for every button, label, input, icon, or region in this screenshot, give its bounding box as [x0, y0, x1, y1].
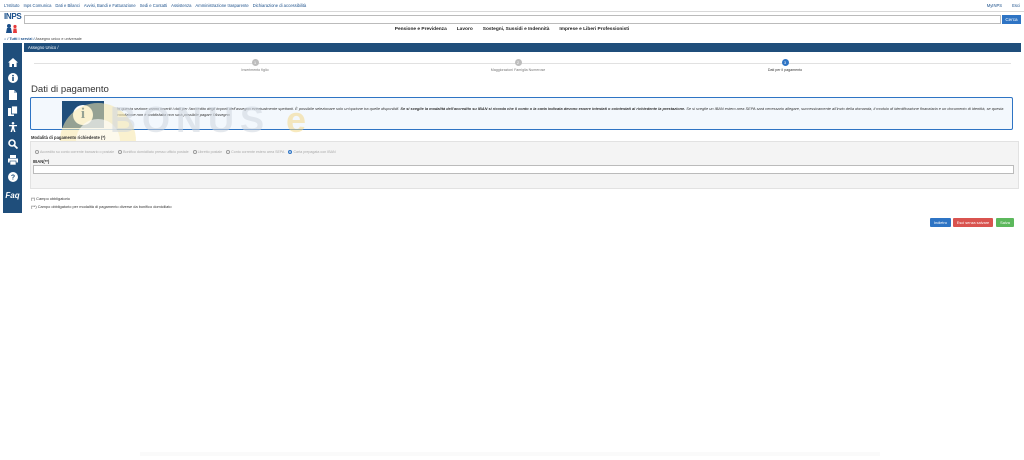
- payment-option-libretto-postale[interactable]: Libretto postale: [192, 150, 223, 154]
- step-1-number: 1: [251, 59, 259, 66]
- nav-item-sostegni[interactable]: Sostegni, Sussidi e Indennità: [483, 27, 550, 35]
- copy-icon[interactable]: [3, 104, 22, 118]
- payment-option-conto-sepa[interactable]: Conto corrente estero area SEPA: [226, 150, 284, 154]
- radio-label: Conto corrente estero area SEPA: [231, 150, 285, 154]
- top-link-trasparente[interactable]: Amministrazione trasparente: [195, 3, 248, 8]
- step-2-label: Maggiorazioni Famiglia Numerose: [490, 67, 546, 72]
- payment-option-bonifico-domiciliato[interactable]: Bonifico domiciliato presso ufficio post…: [118, 150, 189, 154]
- top-link-accessibilita[interactable]: Dichiarazione di accessibilità: [253, 3, 307, 8]
- section-header: Assegno Unico /: [24, 43, 1021, 52]
- info-text-bold: Se si sceglie la modalità dell'accredito…: [400, 106, 686, 111]
- home-icon[interactable]: [3, 55, 22, 69]
- exit-without-saving-button[interactable]: Esci senza salvare: [953, 218, 993, 227]
- back-button[interactable]: Indietro: [930, 218, 951, 227]
- top-right-links: MyINPS Esci: [977, 3, 1020, 8]
- radio-circle[interactable]: [226, 150, 231, 154]
- step-1[interactable]: 1 Inserimento figlio: [215, 59, 295, 72]
- info-icon-large: i: [73, 104, 93, 125]
- top-link-assistenza[interactable]: Assistenza: [171, 3, 191, 8]
- top-link-istituto[interactable]: L'Istituto: [4, 3, 19, 8]
- info-box: i In questa sezione vanno inseriti i dat…: [30, 97, 1013, 130]
- radio-label: Bonifico domiciliato presso ufficio post…: [123, 150, 189, 154]
- page: L'Istituto Inps Comunica Dati e Bilanci …: [0, 0, 1024, 460]
- document-icon[interactable]: [3, 88, 22, 102]
- search-input[interactable]: [24, 15, 1001, 24]
- search-icon[interactable]: [3, 137, 22, 151]
- radio-label: Libretto postale: [197, 150, 223, 154]
- payment-method-label: Modalità di pagamento richiedente (*): [31, 135, 106, 140]
- section-title[interactable]: Assegno Unico /: [28, 45, 59, 50]
- faq-label: Faq: [5, 190, 20, 200]
- top-utility-bar: L'Istituto Inps Comunica Dati e Bilanci …: [0, 0, 1024, 12]
- radio-circle[interactable]: [192, 150, 197, 154]
- main-nav: Pensione e Previdenza Lavoro Sostegni, S…: [0, 27, 1024, 35]
- radio-circle-checked[interactable]: [288, 150, 293, 154]
- radio-circle[interactable]: [35, 150, 39, 154]
- svg-text:?: ?: [10, 175, 14, 182]
- step-3[interactable]: 3 Dati per il pagamento: [745, 59, 825, 72]
- faq-link[interactable]: Faq: [3, 188, 22, 202]
- top-link-dati-bilanci[interactable]: Dati e Bilanci: [55, 3, 79, 8]
- iban-input[interactable]: [33, 165, 1014, 174]
- iban-label: IBAN(**): [33, 159, 50, 164]
- step-3-number: 3: [781, 59, 789, 66]
- radio-label: Carta prepagata con IBAN: [293, 150, 336, 154]
- side-rail: ? Faq: [3, 43, 22, 213]
- breadcrumb-home[interactable]: ⌂ / Tutti i servizi /: [4, 37, 35, 41]
- top-link-inps-comunica[interactable]: Inps Comunica: [23, 3, 51, 8]
- save-button[interactable]: Salva: [996, 218, 1014, 227]
- stepper: 1 Inserimento figlio 2 Maggiorazioni Fam…: [24, 55, 1021, 75]
- logout-link[interactable]: Esci: [1012, 3, 1020, 8]
- footer-divider: [140, 452, 880, 456]
- step-1-label: Inserimento figlio: [241, 67, 269, 72]
- top-link-avvisi[interactable]: Avvisi, Bandi e Fatturazione: [84, 3, 136, 8]
- nav-item-pensione[interactable]: Pensione e Previdenza: [395, 27, 447, 35]
- note-required-iban: (**) Campo obbligatorio per modalità di …: [31, 204, 172, 209]
- step-2[interactable]: 2 Maggiorazioni Famiglia Numerose: [478, 59, 558, 72]
- radio-label: Accredito su conto corrente bancario o p…: [40, 150, 115, 154]
- payment-option-carta-prepagata[interactable]: Carta prepagata con IBAN: [288, 150, 336, 154]
- payment-panel: Accredito su conto corrente bancario o p…: [30, 141, 1019, 189]
- printer-icon[interactable]: [3, 153, 22, 167]
- info-icon[interactable]: [3, 71, 22, 85]
- info-text: In questa sezione vanno inseriti i dati …: [117, 106, 1009, 118]
- top-link-sedi[interactable]: Sedi e Contatti: [140, 3, 167, 8]
- payment-option-conto-corrente[interactable]: Accredito su conto corrente bancario o p…: [35, 150, 114, 154]
- breadcrumb: ⌂ / Tutti i servizi / Assegno unico e un…: [4, 37, 82, 41]
- myinps-link[interactable]: MyINPS: [987, 3, 1002, 8]
- info-text-part1: In questa sezione vanno inseriti i dati …: [117, 106, 401, 111]
- step-2-number: 2: [514, 59, 522, 66]
- breadcrumb-current: Assegno unico e universale: [35, 37, 82, 41]
- search-button[interactable]: Cerca: [1002, 15, 1021, 24]
- accessibility-icon[interactable]: [3, 120, 22, 134]
- info-box-icon: i: [62, 101, 104, 128]
- help-icon[interactable]: ?: [3, 170, 22, 184]
- nav-item-lavoro[interactable]: Lavoro: [457, 27, 473, 35]
- radio-circle[interactable]: [118, 150, 123, 154]
- nav-item-imprese[interactable]: Imprese e Liberi Professionisti: [559, 27, 629, 35]
- logo-text: INPS: [4, 12, 22, 21]
- payment-options: Accredito su conto corrente bancario o p…: [35, 150, 340, 154]
- page-title: Dati di pagamento: [31, 84, 109, 95]
- note-required: (*) Campo obbligatorio: [31, 196, 70, 201]
- step-3-label: Dati per il pagamento: [767, 67, 803, 72]
